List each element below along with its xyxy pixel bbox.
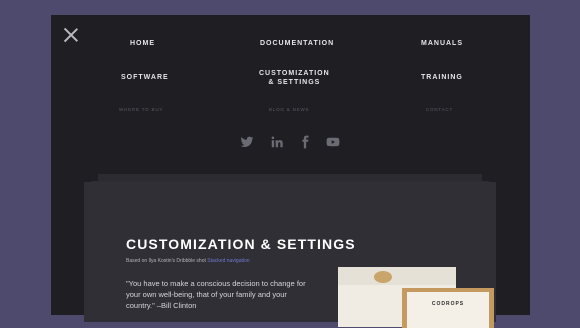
quote-text: "You have to make a conscious decision t… [126,279,306,310]
product-box-label: CODROPS [407,292,489,328]
credit-line: Based on Ilya Kostin's Dribbble shot Sta… [126,258,250,264]
page-title: CUSTOMIZATION & SETTINGS [126,236,356,252]
nav-customization-line1: CUSTOMIZATION [259,70,330,77]
nav-where-to-buy[interactable]: WHERE TO BUY [119,107,163,112]
facebook-icon[interactable] [298,135,312,149]
nav-training[interactable]: TRAINING [421,73,463,82]
product-box-brand: CODROPS [431,301,465,307]
nav-documentation[interactable]: DOCUMENTATION [260,39,334,48]
close-icon[interactable] [64,28,78,42]
product-box-hole [374,271,392,283]
nav-contact[interactable]: CONTACT [426,107,453,112]
nav-manuals[interactable]: MANUALS [421,39,463,48]
nav-customization-settings[interactable]: CUSTOMIZATION & SETTINGS [259,69,330,87]
nav-home[interactable]: HOME [130,39,155,48]
nav-software[interactable]: SOFTWARE [121,73,169,82]
product-box-small: CODROPS [402,288,494,328]
credit-link[interactable]: Stacked navigation [207,258,249,264]
twitter-icon[interactable] [240,135,254,149]
youtube-icon[interactable] [326,135,340,149]
content-card: CUSTOMIZATION & SETTINGS Based on Ilya K… [84,182,496,328]
linkedin-icon[interactable] [270,135,284,149]
nav-customization-line2: & SETTINGS [268,79,321,86]
credit-text: Based on Ilya Kostin's Dribbble shot [126,258,208,264]
nav-blog-news[interactable]: BLOG & NEWS [269,107,309,112]
product-box-lid [338,267,456,285]
